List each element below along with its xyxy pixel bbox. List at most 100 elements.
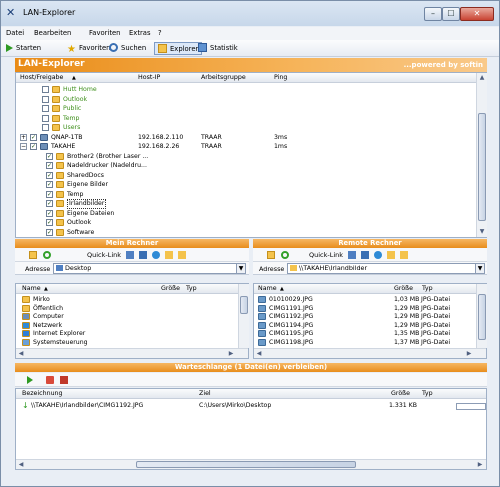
col-ping[interactable]: Ping bbox=[274, 73, 287, 83]
queue-row[interactable]: ↓ \\TAKAHE\Irlandbilder\CIMG1192.JPG C:\… bbox=[16, 401, 486, 411]
tree-row[interactable]: Users bbox=[16, 123, 474, 133]
checkbox[interactable]: ✓ bbox=[46, 152, 53, 160]
col-size[interactable]: Größe bbox=[394, 284, 413, 294]
search-button[interactable]: Suchen bbox=[109, 42, 146, 55]
local-scroll-thumb[interactable] bbox=[240, 296, 248, 314]
checkbox[interactable]: ✓ bbox=[46, 162, 53, 169]
menu-bearbeiten[interactable]: Bearbeiten bbox=[34, 29, 71, 37]
checkbox[interactable]: ✓ bbox=[46, 171, 53, 179]
close-button[interactable]: ✕ bbox=[460, 7, 494, 21]
pictures-icon[interactable] bbox=[400, 251, 408, 259]
col-ip[interactable]: Host-IP bbox=[138, 73, 160, 83]
remote-hscrollbar[interactable]: ◀ ▶ bbox=[254, 348, 486, 358]
remove-item-icon[interactable] bbox=[46, 376, 54, 384]
explorer-button[interactable]: Explorer bbox=[154, 42, 203, 55]
tree-row[interactable]: Public bbox=[16, 104, 474, 114]
play-icon[interactable] bbox=[27, 376, 33, 384]
col-size[interactable]: Größe bbox=[391, 389, 410, 399]
scroll-left-icon[interactable]: ◀ bbox=[16, 349, 26, 358]
checkbox[interactable]: ✓ bbox=[46, 190, 53, 198]
col-description[interactable]: Bezeichnung bbox=[22, 389, 63, 399]
checkbox[interactable]: ✓ bbox=[46, 200, 53, 207]
chevron-down-icon[interactable]: ▼ bbox=[475, 264, 484, 273]
checkbox[interactable]: ✓ bbox=[30, 143, 37, 150]
checkbox[interactable]: ✓ bbox=[46, 181, 53, 188]
refresh-icon[interactable] bbox=[281, 251, 289, 259]
checkbox[interactable] bbox=[42, 86, 49, 93]
tree-row[interactable]: ✓ Eigene Dateien bbox=[16, 209, 474, 219]
scroll-left-icon[interactable]: ◀ bbox=[16, 460, 26, 469]
col-workgroup[interactable]: Arbeitsgruppe bbox=[201, 73, 246, 83]
favorites-button[interactable]: ★ Favoriten bbox=[67, 42, 110, 55]
tree-row[interactable]: + ✓ QNAP-1TB 192.168.2.110 TRAAR 3ms bbox=[16, 133, 474, 143]
scroll-right-icon[interactable]: ▶ bbox=[464, 349, 474, 358]
minimize-button[interactable]: – bbox=[424, 7, 442, 21]
folder-up-icon[interactable] bbox=[267, 251, 275, 259]
remote-vscrollbar[interactable] bbox=[476, 284, 487, 348]
tree-row[interactable]: ✓ Eigene Bilder bbox=[16, 180, 474, 190]
tree-row[interactable]: Hutt Home bbox=[16, 85, 474, 95]
refresh-icon[interactable] bbox=[43, 251, 51, 259]
col-type[interactable]: Typ bbox=[422, 389, 433, 399]
tree-vscrollbar[interactable]: ▲ ▼ bbox=[476, 73, 487, 237]
start-button[interactable]: Starten bbox=[6, 42, 41, 55]
chevron-down-icon[interactable]: ▼ bbox=[236, 264, 245, 273]
col-name[interactable]: Name bbox=[258, 284, 277, 294]
menu-extras[interactable]: Extras bbox=[129, 29, 150, 37]
tree-scroll-thumb[interactable] bbox=[478, 113, 486, 221]
stats-button[interactable]: Statistik bbox=[198, 42, 238, 55]
col-host[interactable]: Host/Freigabe bbox=[20, 73, 63, 83]
col-name[interactable]: Name bbox=[22, 284, 41, 294]
maximize-button[interactable]: ☐ bbox=[442, 7, 460, 21]
checkbox[interactable] bbox=[42, 114, 49, 122]
desktop-icon[interactable] bbox=[348, 251, 356, 259]
menu-datei[interactable]: Datei bbox=[6, 29, 24, 37]
tree-row[interactable]: ✓ Software bbox=[16, 228, 474, 238]
computer-icon[interactable] bbox=[139, 251, 147, 259]
desktop-icon[interactable] bbox=[126, 251, 134, 259]
tree-row[interactable]: ✓ Temp bbox=[16, 190, 474, 200]
col-type[interactable]: Typ bbox=[422, 284, 433, 294]
remote-address-input[interactable]: \\TAKAHE\Irlandbilder ▼ bbox=[287, 263, 485, 274]
clear-queue-icon[interactable] bbox=[60, 376, 68, 384]
list-item[interactable]: Systemsteuerung bbox=[16, 338, 236, 348]
tree-row[interactable]: Outlook bbox=[16, 95, 474, 105]
documents-icon[interactable] bbox=[387, 251, 395, 259]
collapse-icon[interactable]: − bbox=[20, 143, 27, 150]
expand-icon[interactable]: + bbox=[20, 133, 27, 141]
col-type[interactable]: Typ bbox=[186, 284, 197, 294]
col-size[interactable]: Größe bbox=[161, 284, 180, 294]
menu-favoriten[interactable]: Favoriten bbox=[89, 29, 120, 37]
checkbox[interactable]: ✓ bbox=[30, 133, 37, 141]
network-icon[interactable] bbox=[374, 251, 382, 259]
remote-scroll-thumb[interactable] bbox=[478, 294, 486, 340]
tree-row[interactable]: ✓ Nadeldrucker (Nadeldru... bbox=[16, 161, 474, 171]
list-item[interactable]: CIMG1198.JPG 1,37 MB JPG-Datei bbox=[254, 338, 474, 348]
scroll-left-icon[interactable]: ◀ bbox=[254, 349, 264, 358]
checkbox[interactable] bbox=[42, 105, 49, 112]
checkbox[interactable]: ✓ bbox=[46, 228, 53, 236]
tree-row[interactable]: Temp bbox=[16, 114, 474, 124]
scroll-right-icon[interactable]: ▶ bbox=[475, 460, 485, 469]
local-hscrollbar[interactable]: ◀ ▶ bbox=[16, 348, 248, 358]
scroll-up-icon[interactable]: ▲ bbox=[477, 73, 487, 82]
checkbox[interactable] bbox=[42, 95, 49, 103]
title-bar[interactable]: ✕ LAN-Explorer – ☐ ✕ bbox=[1, 1, 499, 26]
checkbox[interactable] bbox=[42, 124, 49, 131]
network-icon[interactable] bbox=[152, 251, 160, 259]
local-vscrollbar[interactable] bbox=[238, 284, 249, 348]
scroll-right-icon[interactable]: ▶ bbox=[226, 349, 236, 358]
documents-icon[interactable] bbox=[165, 251, 173, 259]
tree-row[interactable]: − ✓ TAKAHE 192.168.2.26 TRAAR 1ms bbox=[16, 142, 474, 152]
queue-hscrollbar[interactable]: ◀ ▶ bbox=[16, 459, 486, 469]
pictures-icon[interactable] bbox=[178, 251, 186, 259]
tree-row[interactable]: ✓ Outlook bbox=[16, 218, 474, 228]
queue-scroll-thumb[interactable] bbox=[136, 461, 356, 468]
tree-row[interactable]: ✓ SharedDocs bbox=[16, 171, 474, 181]
col-target[interactable]: Ziel bbox=[199, 389, 211, 399]
computer-icon[interactable] bbox=[361, 251, 369, 259]
tree-row[interactable]: ✓ Irlandbilder bbox=[16, 199, 474, 209]
checkbox[interactable]: ✓ bbox=[46, 219, 53, 226]
checkbox[interactable]: ✓ bbox=[46, 209, 53, 217]
local-address-input[interactable]: Desktop ▼ bbox=[53, 263, 246, 274]
